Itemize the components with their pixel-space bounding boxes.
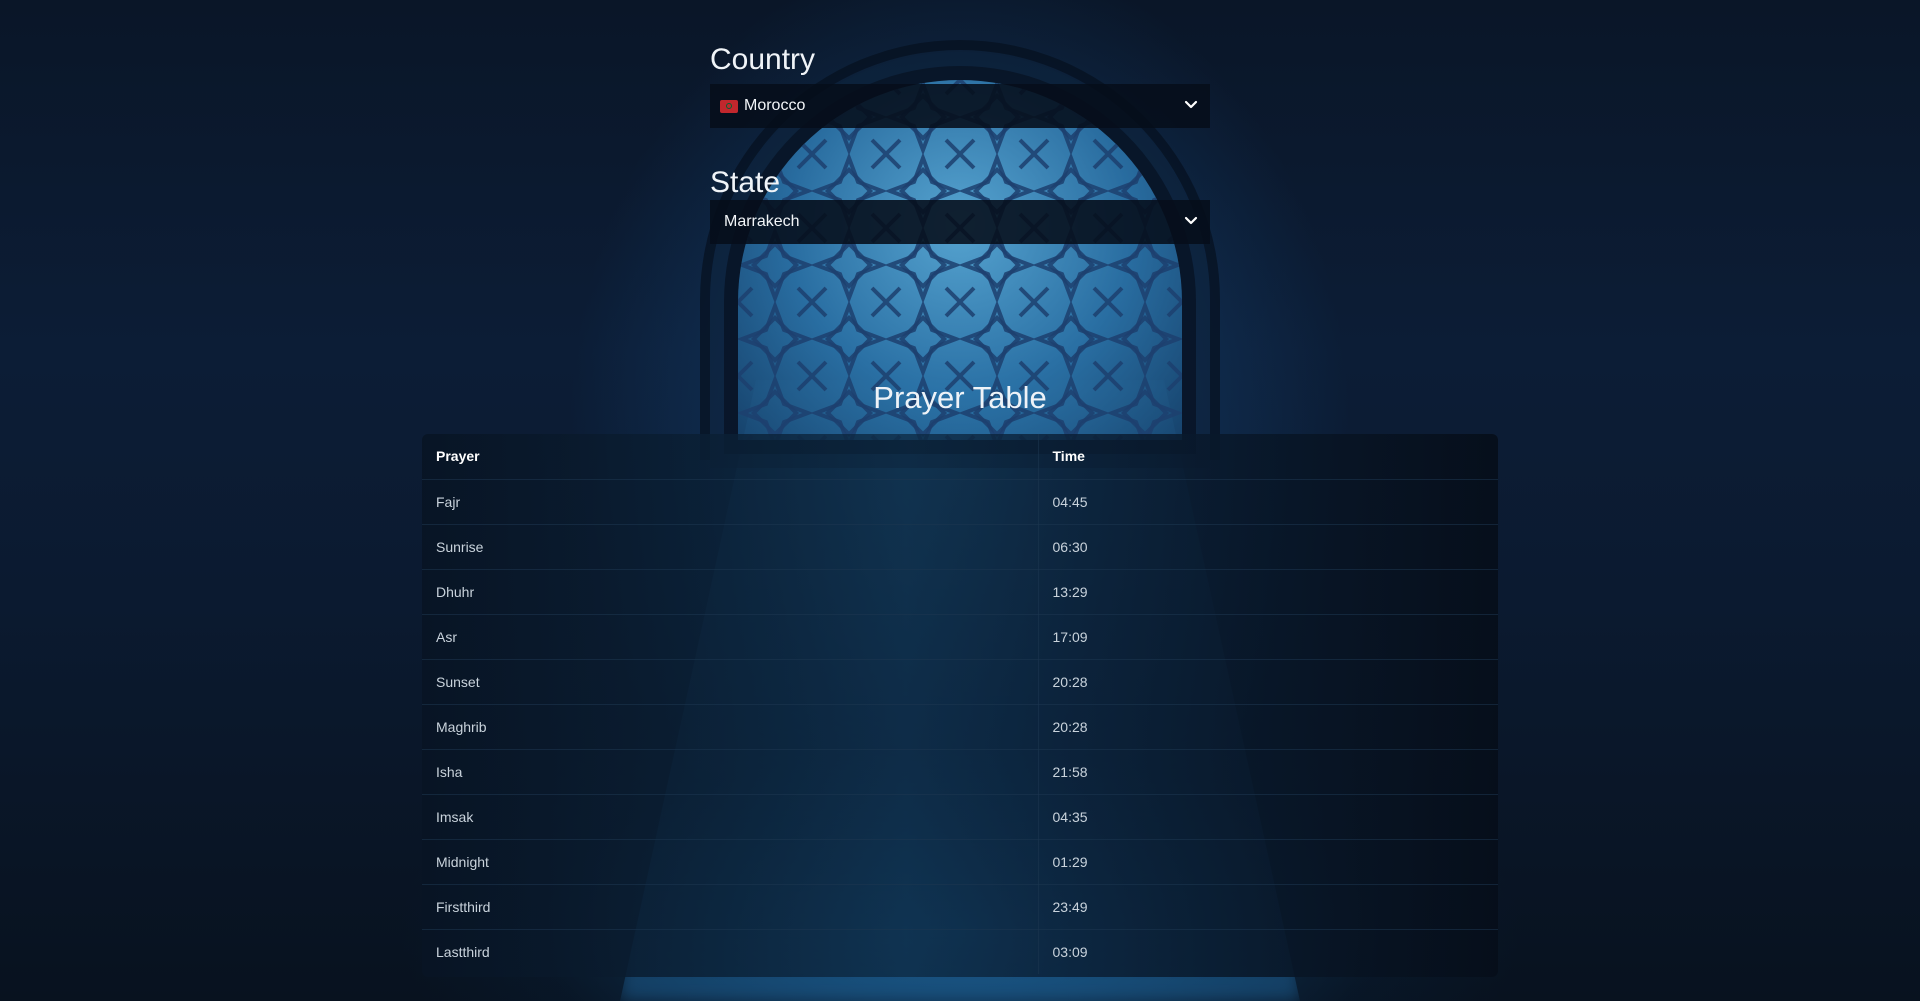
prayer-name-cell: Maghrib [422, 704, 1039, 750]
country-selected-value: Morocco [744, 97, 806, 114]
table-row: Sunset 20:28 [422, 659, 1498, 705]
column-header-time: Time [1038, 434, 1498, 480]
state-label: State [710, 166, 781, 199]
prayer-name-cell: Imsak [422, 794, 1039, 840]
prayer-table-container: Prayer Time Fajr 04:45 Sunrise 06:30 Dhu… [422, 434, 1498, 977]
prayer-time-cell: 20:28 [1038, 704, 1498, 750]
prayer-name-cell: Sunrise [422, 524, 1039, 570]
prayer-name-cell: Asr [422, 614, 1039, 660]
prayer-name-cell: Lastthird [422, 929, 1039, 974]
prayer-time-cell: 23:49 [1038, 884, 1498, 930]
prayer-time-cell: 04:35 [1038, 794, 1498, 840]
prayer-name-cell: Sunset [422, 659, 1039, 705]
prayer-time-cell: 17:09 [1038, 614, 1498, 660]
table-row: Lastthird 03:09 [422, 929, 1498, 974]
state-selected-value: Marrakech [724, 213, 800, 230]
table-row: Midnight 01:29 [422, 839, 1498, 885]
country-group: Country Morocco [710, 40, 1210, 128]
location-selectors: Country Morocco State Marrakech [710, 40, 1210, 244]
prayer-time-cell: 13:29 [1038, 569, 1498, 615]
table-row: Imsak 04:35 [422, 794, 1498, 840]
state-select[interactable]: Marrakech [710, 200, 1210, 244]
prayer-time-cell: 21:58 [1038, 749, 1498, 795]
country-label: Country [710, 43, 816, 76]
table-row: Isha 21:58 [422, 749, 1498, 795]
chevron-down-icon [1184, 100, 1198, 109]
prayer-table-title: Prayer Table [873, 380, 1047, 415]
table-row: Firstthird 23:49 [422, 884, 1498, 930]
prayer-name-cell: Midnight [422, 839, 1039, 885]
prayer-table: Prayer Time Fajr 04:45 Sunrise 06:30 Dhu… [422, 434, 1498, 974]
prayer-time-cell: 04:45 [1038, 479, 1498, 525]
prayer-name-cell: Dhuhr [422, 569, 1039, 615]
prayer-name-cell: Firstthird [422, 884, 1039, 930]
chevron-down-icon [1184, 216, 1198, 225]
column-header-prayer: Prayer [422, 434, 1039, 480]
table-row: Sunrise 06:30 [422, 524, 1498, 570]
table-row: Dhuhr 13:29 [422, 569, 1498, 615]
prayer-name-cell: Fajr [422, 479, 1039, 525]
morocco-flag-icon [720, 99, 738, 113]
prayer-time-cell: 01:29 [1038, 839, 1498, 885]
table-row: Fajr 04:45 [422, 479, 1498, 525]
prayer-time-cell: 20:28 [1038, 659, 1498, 705]
prayer-name-cell: Isha [422, 749, 1039, 795]
table-header-row: Prayer Time [422, 434, 1498, 480]
prayer-time-cell: 06:30 [1038, 524, 1498, 570]
prayer-time-cell: 03:09 [1052, 943, 1088, 960]
state-group: State Marrakech [710, 166, 1210, 244]
table-row: Maghrib 20:28 [422, 704, 1498, 750]
country-select[interactable]: Morocco [710, 84, 1210, 128]
table-row: Asr 17:09 [422, 614, 1498, 660]
